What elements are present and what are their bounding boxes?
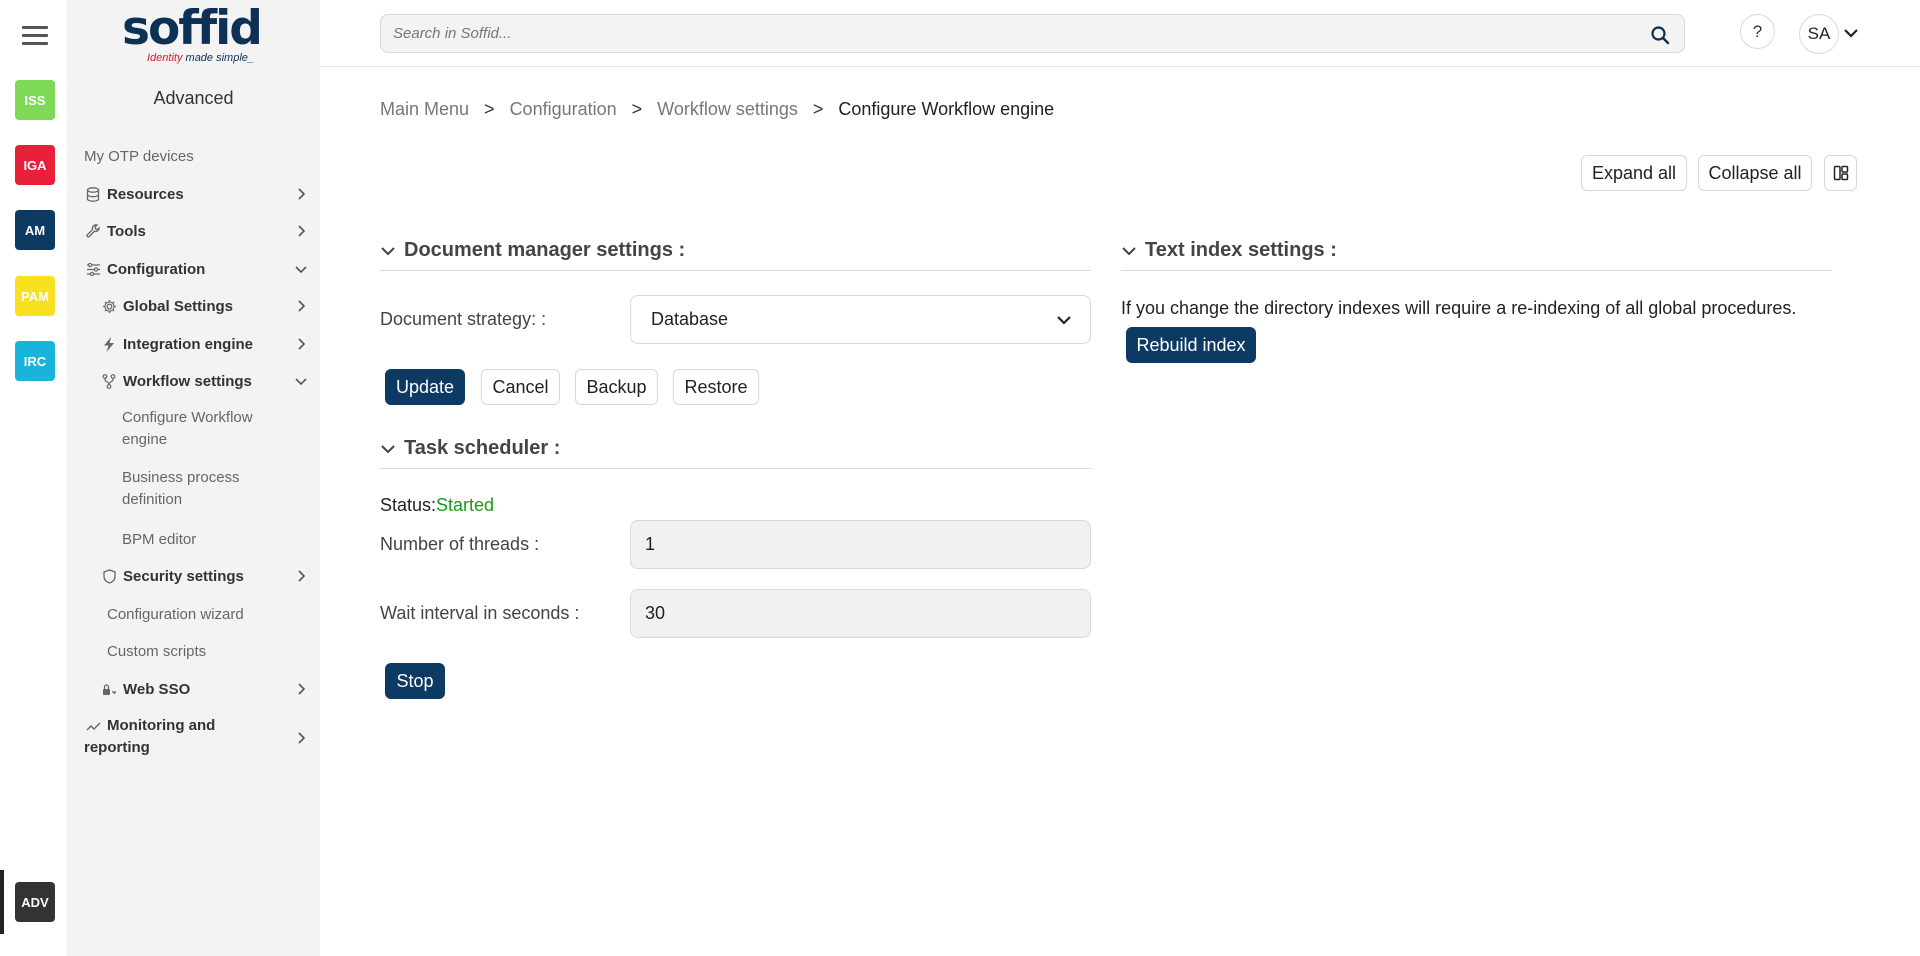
app-tile-iga[interactable]: IGA xyxy=(15,145,55,185)
breadcrumb-separator: > xyxy=(812,99,824,119)
wait-interval-field xyxy=(630,589,1091,638)
status-value: Started xyxy=(436,495,495,515)
search-input[interactable] xyxy=(381,15,1684,52)
database-icon xyxy=(84,186,102,202)
user-avatar[interactable]: SA xyxy=(1799,14,1839,54)
breadcrumb-workflow-settings[interactable]: Workflow settings xyxy=(657,99,798,120)
document-strategy-label: Document strategy: : xyxy=(380,309,547,329)
collapse-all-button[interactable]: Collapse all xyxy=(1698,155,1812,191)
sidebar-item-security-settings[interactable]: Security settings xyxy=(100,566,320,586)
stop-button[interactable]: Stop xyxy=(385,663,445,699)
chart-line-icon xyxy=(84,718,102,734)
logo-tagline: Identity made simple_ xyxy=(147,52,255,64)
breadcrumb-current: Configure Workflow engine xyxy=(838,99,1055,119)
sidebar-item-web-sso[interactable]: Web SSO xyxy=(100,679,320,699)
layout-toggle-button[interactable] xyxy=(1824,155,1857,191)
sliders-icon xyxy=(84,261,102,277)
breadcrumb-configuration[interactable]: Configuration xyxy=(510,99,617,120)
threads-label: Number of threads : xyxy=(380,534,540,554)
chevron-right-icon xyxy=(298,300,306,312)
app-rail: ISS IGA AM PAM IRC ADV xyxy=(0,0,67,956)
document-strategy-select[interactable]: Database xyxy=(630,295,1091,344)
lightning-icon xyxy=(100,336,118,352)
sidebar-item-configuration-wizard[interactable]: Configuration wizard xyxy=(107,604,320,624)
document-manager-section-header[interactable]: Document manager settings : xyxy=(380,231,1091,271)
wait-interval-input[interactable] xyxy=(631,590,1090,637)
document-strategy-value: Database xyxy=(651,309,729,329)
breadcrumb-separator: > xyxy=(484,99,495,119)
app-tile-am[interactable]: AM xyxy=(15,210,55,250)
chevron-right-icon xyxy=(298,732,306,744)
logo-wordmark: soffid xyxy=(122,1,263,56)
rebuild-index-button[interactable]: Rebuild index xyxy=(1126,327,1256,363)
top-bar: ? SA xyxy=(320,0,1920,67)
layout-columns-icon xyxy=(1833,165,1848,181)
document-manager-title: Document manager settings : xyxy=(404,239,686,261)
sidebar-item-configure-workflow-engine[interactable]: Configure Workflow engine xyxy=(122,407,282,453)
chevron-down-icon xyxy=(1122,246,1136,255)
sidebar-item-custom-scripts[interactable]: Custom scripts xyxy=(107,641,320,661)
scheduler-status: Status:Started xyxy=(380,495,494,516)
sidebar-item-workflow-settings[interactable]: Workflow settings xyxy=(100,371,320,391)
chevron-down-icon[interactable] xyxy=(1843,26,1859,40)
sidebar-item-monitoring-reporting[interactable]: Monitoring and reporting xyxy=(84,715,320,761)
sidebar-item-configuration[interactable]: Configuration xyxy=(84,259,320,279)
sidebar-item-bpm-editor[interactable]: BPM editor xyxy=(122,529,320,549)
breadcrumb-main-menu[interactable]: Main Menu xyxy=(380,99,469,120)
sidebar-item-tools[interactable]: Tools xyxy=(84,221,320,241)
sidebar-item-integration-engine[interactable]: Integration engine xyxy=(100,334,320,354)
chevron-down-icon xyxy=(381,444,395,453)
app-tile-iss[interactable]: ISS xyxy=(15,80,55,120)
breadcrumb: Main Menu > Configuration > Workflow set… xyxy=(380,99,1054,120)
workflow-fork-icon xyxy=(100,373,118,389)
chevron-right-icon xyxy=(298,338,306,350)
wait-interval-label: Wait interval in seconds : xyxy=(380,603,580,623)
chevron-right-icon xyxy=(298,570,306,582)
gear-icon xyxy=(100,298,118,314)
sidebar-item-resources[interactable]: Resources xyxy=(84,184,320,204)
task-scheduler-title: Task scheduler : xyxy=(404,437,561,459)
expand-all-button[interactable]: Expand all xyxy=(1581,155,1687,191)
breadcrumb-separator: > xyxy=(631,99,643,119)
threads-input[interactable] xyxy=(631,521,1090,568)
app-tile-irc[interactable]: IRC xyxy=(15,341,55,381)
text-index-info: If you change the directory indexes will… xyxy=(1121,298,1797,318)
chevron-down-icon xyxy=(381,246,395,255)
cancel-button[interactable]: Cancel xyxy=(481,369,560,405)
chevron-down-icon xyxy=(1057,316,1071,325)
sidebar-item-business-process-definition[interactable]: Business process definition xyxy=(122,467,282,513)
active-app-indicator: ADV xyxy=(0,870,67,934)
sidebar-section-title: Advanced xyxy=(153,88,234,108)
chevron-right-icon xyxy=(298,188,306,200)
app-tile-pam[interactable]: PAM xyxy=(15,276,55,316)
update-button[interactable]: Update xyxy=(385,369,465,405)
search-icon[interactable] xyxy=(1650,25,1670,45)
text-index-title: Text index settings : xyxy=(1145,239,1337,261)
chevron-right-icon xyxy=(298,683,306,695)
app-tile-adv[interactable]: ADV xyxy=(15,882,55,922)
wrench-icon xyxy=(84,223,102,239)
sidebar: soffid Identity made simple_ Advanced My… xyxy=(67,0,320,956)
chevron-down-icon xyxy=(295,378,307,386)
sidebar-item-global-settings[interactable]: Global Settings xyxy=(100,296,320,316)
text-index-section-header[interactable]: Text index settings : xyxy=(1121,231,1832,271)
search-bar xyxy=(380,14,1685,53)
lock-key-icon xyxy=(100,681,118,697)
chevron-right-icon xyxy=(298,225,306,237)
help-button[interactable]: ? xyxy=(1740,14,1775,49)
sidebar-item-otp-devices[interactable]: My OTP devices xyxy=(84,146,320,166)
threads-field xyxy=(630,520,1091,569)
restore-button[interactable]: Restore xyxy=(673,369,759,405)
hamburger-menu-icon[interactable] xyxy=(22,26,48,48)
shield-icon xyxy=(100,568,118,584)
task-scheduler-section-header[interactable]: Task scheduler : xyxy=(380,429,1091,469)
soffid-logo[interactable]: soffid Identity made simple_ xyxy=(122,3,272,69)
chevron-down-icon xyxy=(295,266,307,274)
status-label: Status: xyxy=(380,495,437,515)
backup-button[interactable]: Backup xyxy=(575,369,658,405)
